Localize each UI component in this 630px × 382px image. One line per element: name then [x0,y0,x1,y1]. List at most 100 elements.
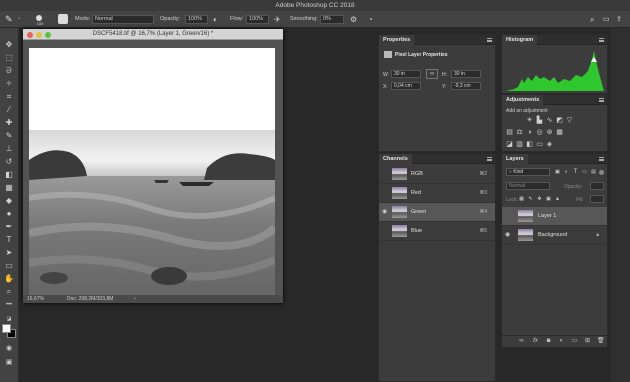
layer-row[interactable]: ◉ Background 🔒︎ [502,226,607,245]
eyedropper-tool-icon[interactable]: ⁄ [4,105,14,115]
rectangle-tool-icon[interactable]: ▭ [4,261,14,271]
height-field[interactable]: 30 in [451,70,481,78]
levels-icon[interactable]: ▙ [536,117,543,124]
filter-type-icon[interactable]: T [572,169,579,176]
x-field[interactable]: 0,04 cm [391,82,421,90]
new-adjustment-layer-icon[interactable]: ◐ [558,338,565,345]
lock-all-icon[interactable]: 🔒︎ [554,196,561,203]
lock-position-icon[interactable]: ✥ [536,196,543,203]
panel-menu-icon[interactable] [487,157,492,161]
brightness-contrast-icon[interactable]: ☀ [526,117,533,124]
filter-adjustment-icon[interactable]: ◐ [563,169,570,176]
invert-icon[interactable]: ◪ [506,141,513,148]
gradient-map-icon[interactable]: ▭ [536,141,543,148]
status-menu-arrow-icon[interactable]: › [134,295,136,303]
move-tool-icon[interactable]: ✥ [4,40,14,50]
visibility-eye-icon[interactable]: ◉ [382,209,388,215]
tool-dropdown-icon[interactable]: ▾ [18,14,29,25]
hue-saturation-icon[interactable]: ▤ [506,129,513,136]
filter-smart-object-icon[interactable]: ▤ [590,169,597,176]
blur-tool-icon[interactable]: ◆ [4,196,14,206]
blend-mode-select[interactable]: Normal [506,182,550,190]
layer-opacity-field[interactable] [590,182,604,190]
brush-tool-icon[interactable]: ✎ [5,14,16,25]
healing-brush-tool-icon[interactable]: ✚ [4,118,14,128]
visibility-eye-icon[interactable] [382,171,388,177]
visibility-eye-icon[interactable] [382,190,388,196]
channel-mixer-icon[interactable]: ⊛ [546,129,553,136]
panel-menu-icon[interactable] [487,38,492,42]
brush-preset-picker[interactable]: 100 [33,14,47,26]
vibrance-icon[interactable]: ▽ [566,117,573,124]
filter-pixel-icon[interactable]: ▣ [554,169,561,176]
lock-artboard-icon[interactable]: ▣ [545,196,552,203]
color-lookup-icon[interactable]: ▦ [556,129,563,136]
add-mask-icon[interactable]: ◙ [545,338,552,345]
smoothing-field[interactable]: 0% [320,15,344,24]
lock-pixels-icon[interactable]: ✎ [527,196,534,203]
y-field[interactable]: -9,3 cm [451,82,481,90]
quick-mask-icon[interactable]: ◉ [4,344,14,354]
type-tool-icon[interactable]: T [4,235,14,245]
black-white-icon[interactable]: ◑ [526,129,533,136]
marquee-tool-icon[interactable]: ⬚ [4,53,14,63]
pen-tool-icon[interactable]: ✒ [4,222,14,232]
eraser-tool-icon[interactable]: ◧ [4,170,14,180]
new-layer-icon[interactable]: ⊞ [584,338,591,345]
link-dimensions-icon[interactable]: ∞ [426,69,438,79]
panel-menu-icon[interactable] [599,38,604,42]
history-brush-tool-icon[interactable]: ↺ [4,157,14,167]
filter-shape-icon[interactable]: ▭ [581,169,588,176]
layers-tab[interactable]: Layers [502,154,528,164]
histogram-tab[interactable]: Histogram [502,35,538,45]
visibility-eye-icon[interactable] [505,213,511,219]
width-field[interactable]: 30 in [391,70,421,78]
posterize-icon[interactable]: ▥ [516,141,523,148]
workspace-icon[interactable]: ▭ [603,14,614,25]
channel-row[interactable]: RGB ⌘2 [379,165,495,184]
threshold-icon[interactable]: ◧ [526,141,533,148]
path-selection-tool-icon[interactable]: ➤ [4,248,14,258]
layer-row[interactable]: Layer 1 [502,207,607,226]
selective-color-icon[interactable]: ◈ [546,141,553,148]
smoothing-settings-gear-icon[interactable]: ⚙ [350,14,361,25]
exposure-icon[interactable]: ◩ [556,117,563,124]
fill-field[interactable] [590,195,604,203]
color-balance-icon[interactable]: ⚖ [516,129,523,136]
clone-stamp-tool-icon[interactable]: ⊥ [4,144,14,154]
brush-panel-toggle-icon[interactable] [58,14,68,24]
pressure-size-icon[interactable]: ◔ [368,14,379,25]
visibility-eye-icon[interactable]: ◉ [505,232,511,238]
foreground-color-swatch[interactable] [2,324,11,333]
dodge-tool-icon[interactable]: ● [4,209,14,219]
lasso-tool-icon[interactable]: ᘐ [4,66,14,76]
filter-toggle-icon[interactable] [599,170,604,175]
delete-layer-trash-icon[interactable]: 🗑︎ [597,338,605,345]
quick-selection-tool-icon[interactable]: ✧ [4,79,14,89]
panel-menu-icon[interactable] [599,98,604,102]
gradient-tool-icon[interactable]: ▦ [4,183,14,193]
default-colors-icon[interactable]: ◪ [4,314,14,324]
new-group-folder-icon[interactable]: ▭ [571,338,578,345]
flow-field[interactable]: 100% [246,15,269,24]
opacity-field[interactable]: 100% [185,15,208,24]
layer-filter-kind-select[interactable]: ⌕ Kind [506,168,550,176]
channel-row[interactable]: Red ⌘3 [379,184,495,203]
hand-tool-icon[interactable]: ✋ [4,274,14,284]
document-window[interactable]: DSCF5418.tif @ 16,7% (Layer 1, Green/16)… [23,29,283,303]
photo-filter-icon[interactable]: ◎ [536,129,543,136]
search-icon[interactable]: ⌕ [590,14,601,25]
panel-menu-icon[interactable] [599,157,604,161]
document-title-bar[interactable]: DSCF5418.tif @ 16,7% (Layer 1, Green/16)… [23,29,283,40]
visibility-eye-icon[interactable] [382,228,388,234]
channel-row[interactable]: Blue ⌘5 [379,222,495,241]
image-canvas[interactable] [29,48,275,295]
airbrush-icon[interactable]: ✈ [274,14,285,25]
properties-tab[interactable]: Properties [379,35,415,45]
channel-row[interactable]: ◉ Green ⌘4 [379,203,495,222]
crop-tool-icon[interactable]: ⌗ [4,92,14,102]
pressure-opacity-icon[interactable]: ◐ [213,14,224,25]
adjustments-tab[interactable]: Adjustments [502,95,544,105]
zoom-tool-icon[interactable]: ⌕ [4,287,14,297]
mode-select[interactable]: Normal [92,15,154,24]
